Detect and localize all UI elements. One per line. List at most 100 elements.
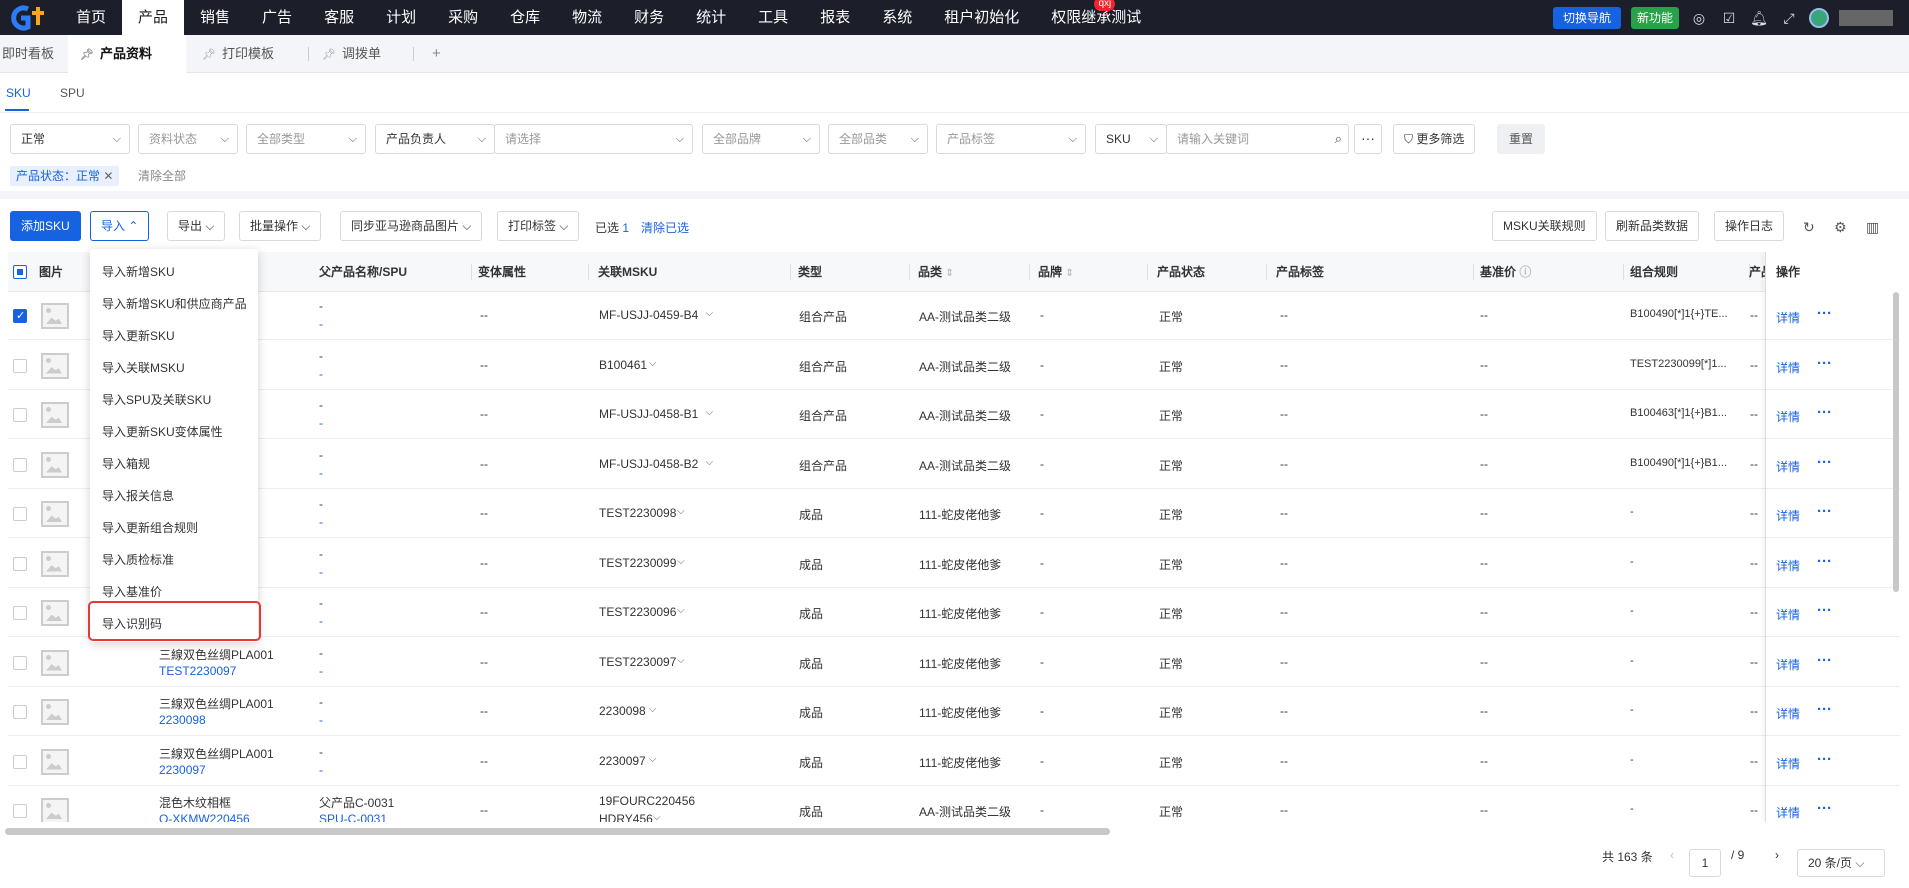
detail-link[interactable]: 详情 xyxy=(1776,755,1800,772)
sku-link[interactable]: TEST2230097 xyxy=(159,664,236,678)
chevron-down-icon[interactable]: ⌵ xyxy=(677,556,685,567)
msku-value-2[interactable]: HDRY456 xyxy=(599,812,653,822)
chevron-down-icon[interactable]: ⌵ xyxy=(653,812,661,822)
chevron-down-icon[interactable]: ⌵ xyxy=(677,655,685,666)
chevron-down-icon[interactable]: ⌵ xyxy=(706,308,714,319)
owner-value-select[interactable]: 请选择 ⌵ xyxy=(494,124,693,154)
spu-link[interactable]: - xyxy=(319,565,323,579)
add-tab-button[interactable]: + xyxy=(432,35,452,73)
more-actions-icon[interactable]: ··· xyxy=(1817,404,1832,421)
refresh-icon[interactable]: ↻ xyxy=(1803,219,1815,236)
chevron-down-icon[interactable]: ⌵ xyxy=(706,457,714,468)
row-checkbox[interactable] xyxy=(13,804,27,818)
detail-link[interactable]: 详情 xyxy=(1776,309,1800,326)
nav-item[interactable]: 产品 xyxy=(122,0,185,35)
more-actions-icon[interactable]: ··· xyxy=(1817,553,1832,570)
nav-item[interactable]: 采购 xyxy=(432,0,494,35)
category-select[interactable]: 全部品类 ⌵ xyxy=(828,124,928,154)
columns-icon[interactable]: ▥ xyxy=(1866,219,1879,236)
product-image-placeholder[interactable] xyxy=(41,600,69,626)
search-input[interactable]: 请输入关键词 ⌕ xyxy=(1166,124,1349,154)
import-menu-item[interactable]: 导入基准价 xyxy=(102,583,162,600)
detail-link[interactable]: 详情 xyxy=(1776,606,1800,623)
status-select[interactable]: 正常 ⌵ xyxy=(10,124,130,154)
import-menu-item[interactable]: 导入质检标准 xyxy=(102,551,174,568)
batch-actions-button[interactable]: 批量操作 ⌵ xyxy=(239,211,322,241)
spu-link[interactable]: - xyxy=(319,713,323,727)
tab-transfer[interactable]: 📌︎ 调拨单 xyxy=(322,35,402,73)
msku-value[interactable]: TEST2230099 xyxy=(599,556,676,570)
detail-link[interactable]: 详情 xyxy=(1776,656,1800,673)
page-number-input[interactable]: 1 xyxy=(1689,849,1721,877)
more-actions-icon[interactable]: ··· xyxy=(1817,652,1832,669)
nav-item[interactable]: 客服 xyxy=(308,0,370,35)
sku-link[interactable]: 2230097 xyxy=(159,763,206,777)
sync-amazon-images-button[interactable]: 同步亚马逊商品图片 ⌵ xyxy=(340,211,483,241)
table-row[interactable]: 三線双色丝绸PLA001 2230098- - -- 2230098 ⌵ 成品 111-蛇皮佬… xyxy=(8,688,1900,736)
msku-value[interactable]: TEST2230098 xyxy=(599,506,676,520)
pin-icon[interactable]: 📌︎ xyxy=(80,49,94,61)
import-menu-item[interactable]: 导入更新SKU xyxy=(102,327,175,344)
refresh-category-button[interactable]: 刷新品类数据 xyxy=(1605,211,1700,241)
detail-link[interactable]: 详情 xyxy=(1776,458,1800,475)
msku-value[interactable]: 2230097 xyxy=(599,754,646,768)
subtab-sku[interactable]: SKU xyxy=(6,86,31,100)
nav-item[interactable]: 报表 xyxy=(804,0,866,35)
product-image-placeholder[interactable] xyxy=(41,451,69,478)
more-actions-icon[interactable]: ··· xyxy=(1817,454,1832,471)
nav-item[interactable]: 销售 xyxy=(184,0,246,35)
clear-all-filters[interactable]: 清除全部 xyxy=(138,166,186,186)
nav-item[interactable]: 租户初始化 xyxy=(928,0,1035,35)
product-image-placeholder[interactable] xyxy=(41,550,69,577)
user-name-redacted[interactable] xyxy=(1839,9,1893,26)
info-status-select[interactable]: 资料状态 ⌵ xyxy=(138,124,238,154)
bell-icon[interactable]: 🔔︎ xyxy=(1749,8,1769,28)
more-actions-icon[interactable]: ··· xyxy=(1817,701,1832,718)
clear-selected-link[interactable]: 清除已选 xyxy=(641,219,689,236)
nav-item[interactable]: qxj 权限继承测试 xyxy=(1035,0,1157,35)
table-row[interactable]: 三線双色丝绸PLA001 2230097- - -- 2230097 ⌵ 成品 111-蛇皮佬… xyxy=(8,738,1900,786)
row-checkbox[interactable] xyxy=(13,705,27,719)
product-image-placeholder[interactable] xyxy=(41,748,69,775)
row-checkbox[interactable] xyxy=(13,457,27,472)
import-menu-item[interactable]: 导入新增SKU xyxy=(102,263,175,280)
msku-value[interactable]: MF-USJJ-0458-B1 xyxy=(599,407,698,421)
msku-rule-button[interactable]: MSKU关联规则 xyxy=(1492,211,1597,241)
more-actions-icon[interactable]: ··· xyxy=(1817,503,1832,520)
table-row[interactable]: 混色木纹相框 Q-XKMW220456 父产品C-0031 SPU-C-0031 -- 1… xyxy=(8,787,1900,822)
nav-item[interactable]: 仓库 xyxy=(494,0,556,35)
table-row[interactable]: ----MF-USJJ-0459-B4⌵组合产品AA-测试品类二级-正常----… xyxy=(8,292,1900,340)
sku-link[interactable]: 2230098 xyxy=(159,713,206,727)
spu-link[interactable]: - xyxy=(319,614,323,628)
product-tag-select[interactable]: 产品标签 ⌵ xyxy=(936,124,1086,154)
reset-button[interactable]: 重置 xyxy=(1497,124,1546,154)
prev-page-icon[interactable]: ‹ xyxy=(1670,848,1674,862)
table-row[interactable]: - - -- MF-USJJ-0458-B2 ⌵ 组合产品 AA-测试品类二级 - 正常 -- --… xyxy=(8,441,1900,489)
detail-link[interactable]: 详情 xyxy=(1776,557,1800,574)
pin-icon[interactable]: 📌︎ xyxy=(202,49,216,61)
subtab-spu[interactable]: SPU xyxy=(60,86,85,100)
more-actions-icon[interactable]: ··· xyxy=(1817,602,1832,619)
import-menu-item[interactable]: 导入报关信息 xyxy=(102,487,174,504)
add-sku-button[interactable]: 添加SKU xyxy=(10,211,81,241)
sort-icon[interactable]: ⇕ xyxy=(945,268,953,279)
close-icon[interactable]: ✕ xyxy=(103,169,113,183)
new-feature-button[interactable]: 新功能 xyxy=(1630,6,1679,29)
nav-item[interactable]: 计划 xyxy=(370,0,432,35)
row-checkbox[interactable] xyxy=(13,358,27,373)
col-category[interactable]: 品类 ⇕ xyxy=(918,252,954,292)
gear-icon[interactable]: ⚙ xyxy=(1834,219,1847,236)
product-image-placeholder[interactable] xyxy=(41,402,69,428)
row-checkbox[interactable] xyxy=(13,754,27,769)
fullscreen-icon[interactable]: ⤢ xyxy=(1779,8,1799,28)
product-image-placeholder[interactable] xyxy=(41,649,69,676)
search-icon[interactable]: ⌕ xyxy=(1335,125,1342,153)
horizontal-scrollbar[interactable] xyxy=(5,828,1110,835)
table-row[interactable]: - - -- TEST2230096 ⌵ 成品 111-蛇皮佬他爹 - 正常 -- -- - -- xyxy=(8,589,1900,637)
search-field-select[interactable]: SKU ⌵ xyxy=(1095,124,1167,154)
nav-item[interactable]: 系统 xyxy=(866,0,928,35)
chevron-down-icon[interactable]: ⌵ xyxy=(649,754,657,765)
tab-product-info[interactable]: 📌︎ 产品资料 xyxy=(68,35,186,73)
msku-value[interactable]: 19FOURC220456 xyxy=(599,794,695,808)
more-actions-icon[interactable]: ··· xyxy=(1817,751,1832,768)
